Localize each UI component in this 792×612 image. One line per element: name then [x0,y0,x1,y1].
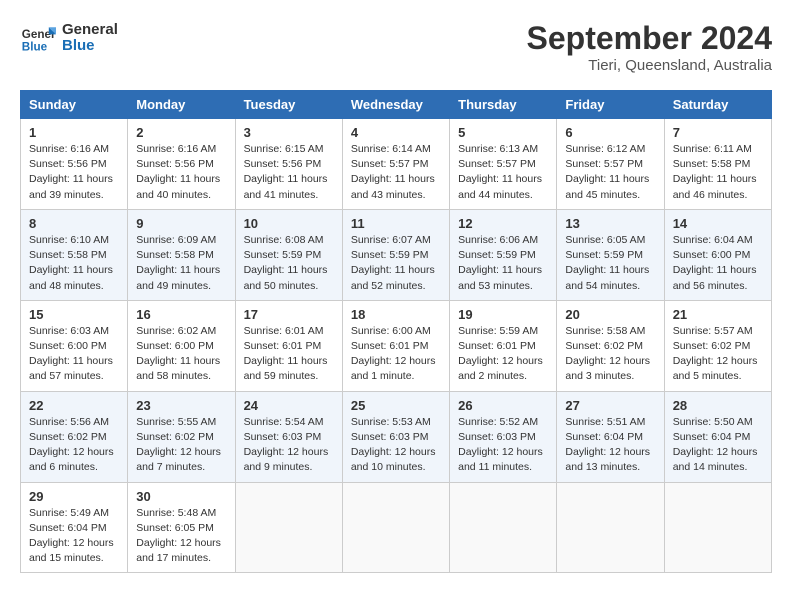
calendar-cell: 23Sunrise: 5:55 AMSunset: 6:02 PMDayligh… [128,391,235,482]
week-row-1: 1Sunrise: 6:16 AMSunset: 5:56 PMDaylight… [21,119,772,210]
calendar-cell [664,482,771,573]
calendar-cell: 25Sunrise: 5:53 AMSunset: 6:03 PMDayligh… [342,391,449,482]
logo-icon: General Blue [20,20,56,56]
calendar-cell: 12Sunrise: 6:06 AMSunset: 5:59 PMDayligh… [450,209,557,300]
calendar-cell: 10Sunrise: 6:08 AMSunset: 5:59 PMDayligh… [235,209,342,300]
calendar-cell: 22Sunrise: 5:56 AMSunset: 6:02 PMDayligh… [21,391,128,482]
calendar-cell: 15Sunrise: 6:03 AMSunset: 6:00 PMDayligh… [21,300,128,391]
calendar-table: Sunday Monday Tuesday Wednesday Thursday… [20,90,772,573]
week-row-4: 22Sunrise: 5:56 AMSunset: 6:02 PMDayligh… [21,391,772,482]
calendar-cell: 1Sunrise: 6:16 AMSunset: 5:56 PMDaylight… [21,119,128,210]
location-subtitle: Tieri, Queensland, Australia [527,57,772,74]
svg-text:Blue: Blue [22,41,48,54]
calendar-cell [450,482,557,573]
month-title: September 2024 [527,20,772,57]
header-saturday: Saturday [664,91,771,119]
calendar-cell: 9Sunrise: 6:09 AMSunset: 5:58 PMDaylight… [128,209,235,300]
logo-name: General Blue [62,22,118,55]
calendar-cell: 6Sunrise: 6:12 AMSunset: 5:57 PMDaylight… [557,119,664,210]
calendar-cell [235,482,342,573]
calendar-cell: 29Sunrise: 5:49 AMSunset: 6:04 PMDayligh… [21,482,128,573]
page-header: General Blue General Blue September 2024… [20,20,772,74]
header-friday: Friday [557,91,664,119]
calendar-cell: 16Sunrise: 6:02 AMSunset: 6:00 PMDayligh… [128,300,235,391]
calendar-cell: 27Sunrise: 5:51 AMSunset: 6:04 PMDayligh… [557,391,664,482]
header-sunday: Sunday [21,91,128,119]
week-row-5: 29Sunrise: 5:49 AMSunset: 6:04 PMDayligh… [21,482,772,573]
calendar-cell [342,482,449,573]
week-row-2: 8Sunrise: 6:10 AMSunset: 5:58 PMDaylight… [21,209,772,300]
calendar-cell: 24Sunrise: 5:54 AMSunset: 6:03 PMDayligh… [235,391,342,482]
calendar-header-row: Sunday Monday Tuesday Wednesday Thursday… [21,91,772,119]
week-row-3: 15Sunrise: 6:03 AMSunset: 6:00 PMDayligh… [21,300,772,391]
calendar-cell: 26Sunrise: 5:52 AMSunset: 6:03 PMDayligh… [450,391,557,482]
calendar-cell: 20Sunrise: 5:58 AMSunset: 6:02 PMDayligh… [557,300,664,391]
title-block: September 2024 Tieri, Queensland, Austra… [527,20,772,74]
calendar-cell: 19Sunrise: 5:59 AMSunset: 6:01 PMDayligh… [450,300,557,391]
header-thursday: Thursday [450,91,557,119]
calendar-cell: 13Sunrise: 6:05 AMSunset: 5:59 PMDayligh… [557,209,664,300]
calendar-cell: 28Sunrise: 5:50 AMSunset: 6:04 PMDayligh… [664,391,771,482]
calendar-cell: 2Sunrise: 6:16 AMSunset: 5:56 PMDaylight… [128,119,235,210]
calendar-cell: 11Sunrise: 6:07 AMSunset: 5:59 PMDayligh… [342,209,449,300]
logo: General Blue General Blue [20,20,118,56]
calendar-cell: 8Sunrise: 6:10 AMSunset: 5:58 PMDaylight… [21,209,128,300]
calendar-cell [557,482,664,573]
calendar-cell: 14Sunrise: 6:04 AMSunset: 6:00 PMDayligh… [664,209,771,300]
calendar-cell: 7Sunrise: 6:11 AMSunset: 5:58 PMDaylight… [664,119,771,210]
calendar-cell: 4Sunrise: 6:14 AMSunset: 5:57 PMDaylight… [342,119,449,210]
calendar-cell: 21Sunrise: 5:57 AMSunset: 6:02 PMDayligh… [664,300,771,391]
header-tuesday: Tuesday [235,91,342,119]
header-wednesday: Wednesday [342,91,449,119]
calendar-cell: 17Sunrise: 6:01 AMSunset: 6:01 PMDayligh… [235,300,342,391]
calendar-cell: 3Sunrise: 6:15 AMSunset: 5:56 PMDaylight… [235,119,342,210]
header-monday: Monday [128,91,235,119]
calendar-cell: 18Sunrise: 6:00 AMSunset: 6:01 PMDayligh… [342,300,449,391]
calendar-cell: 30Sunrise: 5:48 AMSunset: 6:05 PMDayligh… [128,482,235,573]
calendar-cell: 5Sunrise: 6:13 AMSunset: 5:57 PMDaylight… [450,119,557,210]
